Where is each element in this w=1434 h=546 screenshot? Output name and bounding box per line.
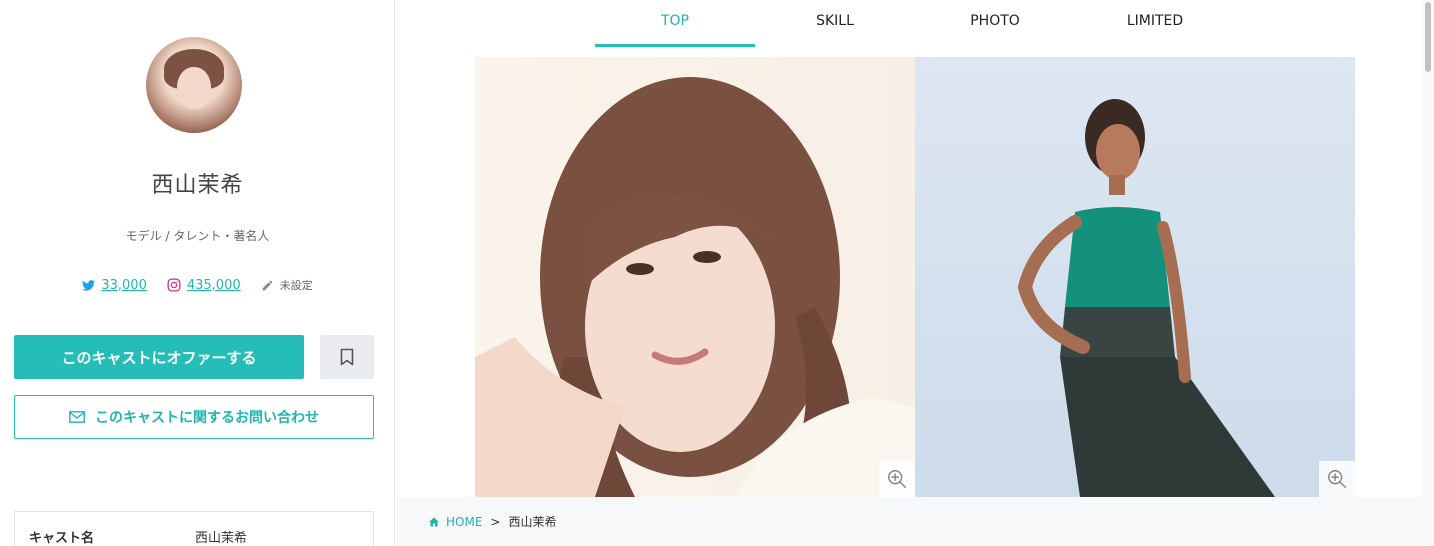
info-key: キャスト名 [29, 530, 95, 546]
mail-icon [69, 411, 85, 423]
tab-skill[interactable]: SKILL [755, 0, 915, 47]
inquiry-button[interactable]: このキャストに関するお問い合わせ [14, 395, 374, 439]
portrait-photo[interactable] [475, 57, 915, 497]
tab-photo[interactable]: PHOTO [915, 0, 1075, 47]
table-row: キャスト名 西山茉希 [15, 512, 373, 546]
breadcrumb-separator: > [490, 514, 501, 529]
inquiry-label: このキャストに関するお問い合わせ [95, 409, 319, 425]
breadcrumb: HOME > 西山茉希 [396, 497, 1422, 546]
fullbody-illustration [1017, 99, 1275, 497]
scrollbar[interactable] [1422, 0, 1434, 546]
profile-tabs: TOP SKILL PHOTO LIMITED [595, 0, 1235, 47]
other-label: 未設定 [279, 279, 313, 292]
instagram-count-link[interactable]: 435,000 [187, 278, 241, 293]
social-stats: 33,000 435,000 未設定 [0, 277, 395, 293]
other-stat: 未設定 [261, 277, 313, 293]
avatar [146, 37, 242, 133]
pencil-icon [262, 280, 272, 290]
offer-button[interactable]: このキャストにオファーする [14, 335, 304, 379]
zoom-icon [1328, 470, 1346, 488]
cast-name: 西山茉希 [151, 173, 244, 198]
main-content: TOP SKILL PHOTO LIMITED HOME > 西山茉希 [396, 0, 1422, 546]
zoom-button-2[interactable] [1319, 461, 1355, 497]
instagram-icon [167, 278, 181, 292]
tab-limited[interactable]: LIMITED [1075, 0, 1235, 47]
tab-top[interactable]: TOP [595, 0, 755, 47]
scrollbar-thumb[interactable] [1425, 2, 1431, 72]
cast-info-table: キャスト名 西山茉希 [14, 511, 374, 546]
cast-profile-page: 西山茉希 モデル / タレント・著名人 33,000 435,000 未設定 こ… [0, 0, 1434, 546]
twitter-stat[interactable]: 33,000 [82, 278, 147, 293]
breadcrumb-current: 西山茉希 [508, 515, 557, 529]
breadcrumb-home[interactable]: HOME [428, 515, 482, 529]
portrait-illustration [475, 77, 915, 497]
twitter-icon [82, 279, 96, 291]
breadcrumb-home-label: HOME [446, 514, 483, 529]
instagram-stat[interactable]: 435,000 [167, 278, 241, 293]
bookmark-icon [340, 348, 354, 366]
photo-gallery [475, 57, 1355, 497]
zoom-button-1[interactable] [879, 461, 915, 497]
fullbody-photo[interactable] [915, 57, 1355, 497]
info-value: 西山茉希 [195, 530, 248, 546]
twitter-count-link[interactable]: 33,000 [101, 278, 147, 293]
cast-category: モデル / タレント・著名人 [125, 229, 270, 243]
bookmark-button[interactable] [320, 335, 374, 379]
profile-sidebar: 西山茉希 モデル / タレント・著名人 33,000 435,000 未設定 こ… [0, 0, 395, 546]
zoom-icon [888, 470, 906, 488]
home-icon [429, 517, 439, 526]
